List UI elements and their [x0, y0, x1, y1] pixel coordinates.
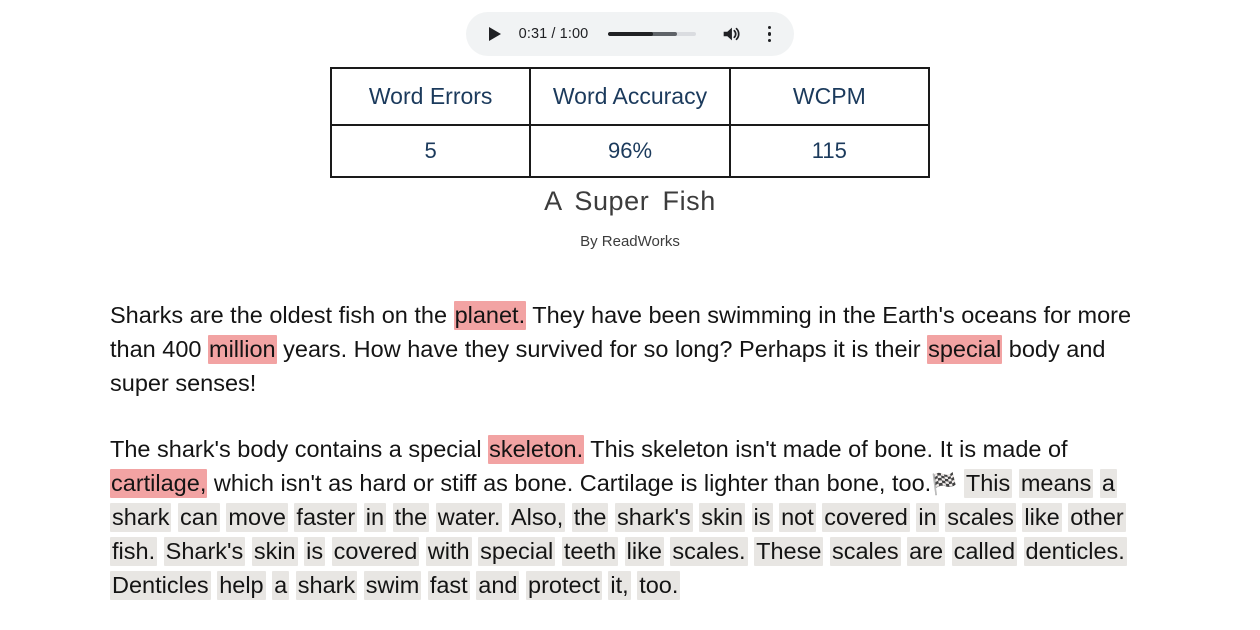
header-word-accuracy: Word Accuracy — [529, 67, 731, 126]
read-highlight-word[interactable]: protect — [526, 571, 602, 600]
read-highlight-word[interactable]: skin — [251, 537, 298, 566]
read-highlight-word[interactable]: the — [571, 503, 609, 532]
read-highlight-word[interactable]: not — [779, 503, 816, 532]
read-highlight-word[interactable]: like — [624, 537, 664, 566]
table-header-row: Word Errors Word Accuracy WCPM — [329, 67, 931, 126]
read-highlight-word[interactable]: move — [226, 503, 288, 532]
value-word-accuracy: 96% — [529, 124, 731, 178]
metrics-table-container: Word Errors Word Accuracy WCPM 5 96% 115 — [0, 67, 1260, 178]
read-highlight-word[interactable]: can — [178, 503, 220, 532]
audio-progress-bar[interactable] — [608, 32, 697, 36]
error-highlight-word[interactable]: million — [208, 335, 277, 364]
read-highlight-word[interactable]: shark — [295, 571, 358, 600]
error-highlight-word[interactable]: planet. — [453, 301, 527, 330]
header-wcpm: WCPM — [728, 67, 931, 126]
passage-text: which isn't as hard or stiff as bone. Ca… — [207, 470, 932, 496]
read-highlight-word[interactable]: Also, — [509, 503, 566, 532]
read-highlight-word[interactable]: the — [392, 503, 430, 532]
read-highlight-word[interactable]: fast — [427, 571, 470, 600]
read-highlight-word[interactable]: is — [304, 537, 326, 566]
read-highlight-word[interactable]: called — [951, 537, 1018, 566]
read-highlight-word[interactable]: with — [425, 537, 472, 566]
reading-passage: Sharks are the oldest fish on the planet… — [110, 298, 1158, 602]
passage-text: This skeleton isn't made of bone. It is … — [584, 436, 1068, 462]
menu-dot — [767, 32, 771, 36]
read-highlight-word[interactable]: are — [907, 537, 946, 566]
audio-player-container: 0:31 / 1:00 — [0, 12, 1260, 56]
play-icon[interactable] — [484, 23, 506, 45]
audio-progress-played — [608, 32, 654, 36]
paragraph-2: The shark's body contains a special skel… — [110, 432, 1158, 602]
page-title: A Super Fish — [544, 186, 716, 216]
audio-player[interactable]: 0:31 / 1:00 — [465, 12, 795, 56]
read-highlight-word[interactable]: shark's — [614, 503, 693, 532]
value-wcpm: 115 — [728, 124, 931, 178]
read-highlight-word[interactable]: scales. — [670, 537, 748, 566]
error-highlight-word[interactable]: special — [927, 335, 1003, 364]
read-highlight-word[interactable]: and — [476, 571, 520, 600]
page-byline: By ReadWorks — [580, 233, 680, 250]
audio-time-display: 0:31 / 1:00 — [518, 26, 589, 42]
read-highlight-word[interactable]: These — [754, 537, 824, 566]
header-word-errors: Word Errors — [329, 67, 532, 126]
paragraph-1: Sharks are the oldest fish on the planet… — [110, 298, 1158, 400]
read-highlight-word[interactable]: it, — [608, 571, 631, 600]
play-triangle-icon — [488, 27, 501, 41]
read-highlight-word[interactable]: swim — [363, 571, 422, 600]
read-highlight-word[interactable]: like — [1022, 503, 1062, 532]
error-highlight-word[interactable]: skeleton. — [488, 435, 585, 464]
read-highlight-word[interactable]: covered — [822, 503, 910, 532]
read-highlight-word[interactable]: is — [751, 503, 773, 532]
more-options-icon[interactable] — [760, 23, 778, 45]
read-highlight-word[interactable]: help — [217, 571, 266, 600]
read-highlight-word[interactable]: scales — [945, 503, 1016, 532]
menu-dot — [767, 38, 771, 43]
read-highlight-word[interactable]: shark — [110, 503, 172, 532]
read-highlight-word[interactable]: a — [1099, 469, 1117, 498]
passage-text: The shark's body contains a special — [110, 436, 489, 462]
read-highlight-word[interactable]: water. — [435, 503, 503, 532]
volume-icon[interactable] — [720, 23, 742, 45]
read-highlight-word[interactable]: in — [916, 503, 939, 532]
read-highlight-word[interactable]: This — [963, 469, 1013, 498]
read-highlight-word[interactable]: covered — [331, 537, 420, 566]
read-highlight-word[interactable]: teeth — [561, 537, 619, 566]
read-highlight-word[interactable]: in — [363, 503, 387, 532]
value-word-errors: 5 — [329, 124, 532, 178]
read-highlight-word[interactable]: fish. — [110, 537, 158, 566]
checkered-flag-icon: 🏁 — [931, 472, 958, 496]
read-highlight-word[interactable]: scales — [829, 537, 901, 566]
read-highlight-word[interactable]: too. — [637, 571, 681, 600]
read-highlight-word[interactable]: Shark's — [163, 537, 246, 566]
read-highlight-word[interactable]: other — [1068, 503, 1126, 532]
passage-text: years. How have they survived for so lon… — [276, 336, 928, 362]
menu-dot — [767, 25, 771, 30]
error-highlight-word[interactable]: cartilage, — [110, 469, 208, 498]
read-highlight-word[interactable]: Denticles — [110, 571, 211, 600]
passage-text: Sharks are the oldest fish on the — [110, 302, 454, 328]
read-highlight-word[interactable]: skin — [699, 503, 746, 532]
read-highlight-word[interactable]: faster — [294, 503, 358, 532]
read-highlight-word[interactable]: special — [478, 537, 556, 566]
read-highlight-word[interactable]: denticles. — [1023, 537, 1127, 566]
read-highlight-word[interactable]: means — [1018, 469, 1094, 498]
table-row: 5 96% 115 — [329, 124, 931, 178]
read-highlight-word[interactable]: a — [272, 571, 290, 600]
metrics-table: Word Errors Word Accuracy WCPM 5 96% 115 — [329, 67, 931, 178]
